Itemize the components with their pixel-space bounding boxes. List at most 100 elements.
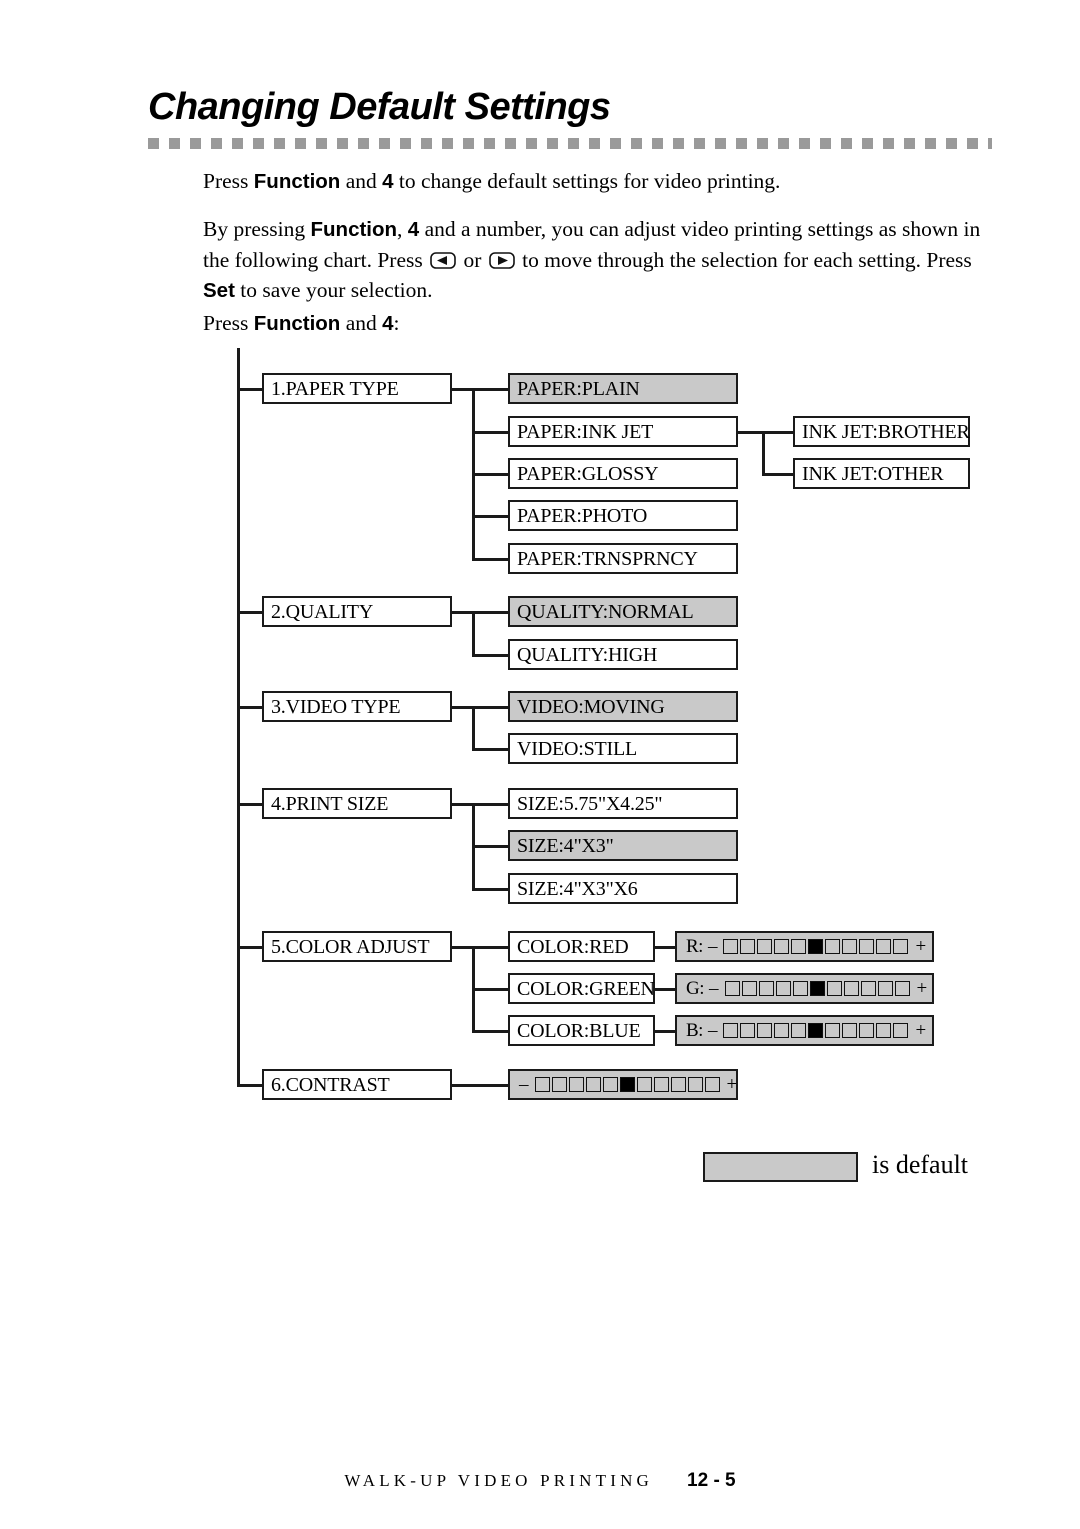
- option-size-4x3x6[interactable]: SIZE:4"X3"X6: [508, 873, 738, 904]
- slider-cell: [876, 939, 892, 954]
- slider-cell: [534, 1077, 550, 1092]
- slider-cell: [876, 1023, 892, 1038]
- slider-cell: [585, 1077, 601, 1092]
- settings-menu-flowchart: 1.PAPER TYPE PAPER:PLAIN PAPER:INK JET P…: [0, 0, 1080, 1529]
- slider-cell-active: [808, 939, 824, 954]
- connector-stub: [472, 388, 510, 391]
- connector-stub: [472, 515, 510, 518]
- option-paper-photo[interactable]: PAPER:PHOTO: [508, 500, 738, 531]
- slider-cells: [723, 939, 909, 954]
- connector-stub: [237, 1084, 264, 1087]
- slider-cell: [877, 981, 893, 996]
- slider-cell: [724, 981, 740, 996]
- slider-label: G:: [686, 977, 705, 999]
- connector-stub: [762, 473, 796, 476]
- minus-sign: –: [709, 978, 719, 999]
- connector-stub: [472, 654, 510, 657]
- plus-sign: +: [916, 978, 928, 999]
- option-size-4x3[interactable]: SIZE:4"X3": [508, 830, 738, 861]
- slider-cell: [791, 1023, 807, 1038]
- option-ink-jet-brother[interactable]: INK JET:BROTHER: [793, 416, 970, 447]
- slider-cell: [826, 981, 842, 996]
- connector-stub: [655, 946, 677, 949]
- option-color-green[interactable]: COLOR:GREEN: [508, 973, 655, 1004]
- option-ink-jet-other[interactable]: INK JET:OTHER: [793, 458, 970, 489]
- slider-cell: [723, 1023, 739, 1038]
- option-paper-glossy[interactable]: PAPER:GLOSSY: [508, 458, 738, 489]
- option-color-red[interactable]: COLOR:RED: [508, 931, 655, 962]
- connector-stub: [472, 611, 510, 614]
- option-quality-high[interactable]: QUALITY:HIGH: [508, 639, 738, 670]
- slider-cell: [825, 1023, 841, 1038]
- menu-item-video-type[interactable]: 3.VIDEO TYPE: [262, 691, 452, 722]
- connector-branch: [472, 611, 475, 654]
- slider-cells: [723, 1023, 909, 1038]
- connector-stub: [472, 1030, 510, 1033]
- connector-stub: [237, 611, 264, 614]
- footer-page-number: 12 - 5: [687, 1470, 736, 1491]
- option-video-moving[interactable]: VIDEO:MOVING: [508, 691, 738, 722]
- option-paper-ink-jet[interactable]: PAPER:INK JET: [508, 416, 738, 447]
- option-size-575x425[interactable]: SIZE:5.75"X4.25": [508, 788, 738, 819]
- slider-cell: [894, 981, 910, 996]
- connector-stub: [655, 1030, 677, 1033]
- menu-item-quality[interactable]: 2.QUALITY: [262, 596, 452, 627]
- slider-label: B:: [686, 1019, 703, 1041]
- slider-cells: [724, 981, 910, 996]
- legend-default-swatch: [703, 1152, 858, 1182]
- menu-item-paper-type[interactable]: 1.PAPER TYPE: [262, 373, 452, 404]
- connector-branch: [762, 431, 765, 474]
- slider-cell: [825, 939, 841, 954]
- slider-cell: [893, 1023, 909, 1038]
- plus-sign: +: [726, 1074, 738, 1095]
- connector-branch: [472, 706, 475, 748]
- slider-cell: [687, 1077, 703, 1092]
- slider-cell: [859, 939, 875, 954]
- slider-cell: [860, 981, 876, 996]
- slider-cell: [859, 1023, 875, 1038]
- connector-stub: [472, 706, 510, 709]
- legend-label: is default: [872, 1150, 969, 1179]
- slider-cell: [774, 1023, 790, 1038]
- slider-cell-active: [619, 1077, 635, 1092]
- slider-cell: [602, 1077, 618, 1092]
- slider-cell: [842, 1023, 858, 1038]
- menu-item-color-adjust[interactable]: 5.COLOR ADJUST: [262, 931, 452, 962]
- slider-cell: [670, 1077, 686, 1092]
- connector-stub: [472, 946, 510, 949]
- slider-cell: [636, 1077, 652, 1092]
- slider-cell-active: [809, 981, 825, 996]
- minus-sign: –: [519, 1074, 529, 1095]
- slider-cell: [757, 939, 773, 954]
- option-color-blue[interactable]: COLOR:BLUE: [508, 1015, 655, 1046]
- slider-green-level[interactable]: G: – +: [675, 973, 934, 1004]
- option-quality-normal[interactable]: QUALITY:NORMAL: [508, 596, 738, 627]
- tree-spine: [237, 348, 240, 1087]
- slider-cell: [568, 1077, 584, 1092]
- option-paper-plain[interactable]: PAPER:PLAIN: [508, 373, 738, 404]
- slider-red-level[interactable]: R: – +: [675, 931, 934, 962]
- slider-cell: [653, 1077, 669, 1092]
- slider-cell: [551, 1077, 567, 1092]
- connector-stub: [472, 431, 510, 434]
- connector-stub: [472, 888, 510, 891]
- slider-cell: [758, 981, 774, 996]
- connector-stub: [762, 431, 796, 434]
- slider-contrast-level[interactable]: – +: [508, 1069, 738, 1100]
- connector-stub: [472, 845, 510, 848]
- slider-cell: [741, 981, 757, 996]
- connector-stub: [237, 706, 264, 709]
- option-paper-trnsprncy[interactable]: PAPER:TRNSPRNCY: [508, 543, 738, 574]
- connector-stub: [655, 988, 677, 991]
- slider-cell: [740, 1023, 756, 1038]
- slider-cell: [740, 939, 756, 954]
- menu-item-print-size[interactable]: 4.PRINT SIZE: [262, 788, 452, 819]
- slider-blue-level[interactable]: B: – +: [675, 1015, 934, 1046]
- slider-cell: [792, 981, 808, 996]
- menu-item-contrast[interactable]: 6.CONTRAST: [262, 1069, 452, 1100]
- slider-cells: [534, 1077, 720, 1092]
- slider-cell: [775, 981, 791, 996]
- option-video-still[interactable]: VIDEO:STILL: [508, 733, 738, 764]
- footer-section-title: WALK-UP VIDEO PRINTING: [344, 1471, 654, 1490]
- connector-stub: [452, 1084, 508, 1087]
